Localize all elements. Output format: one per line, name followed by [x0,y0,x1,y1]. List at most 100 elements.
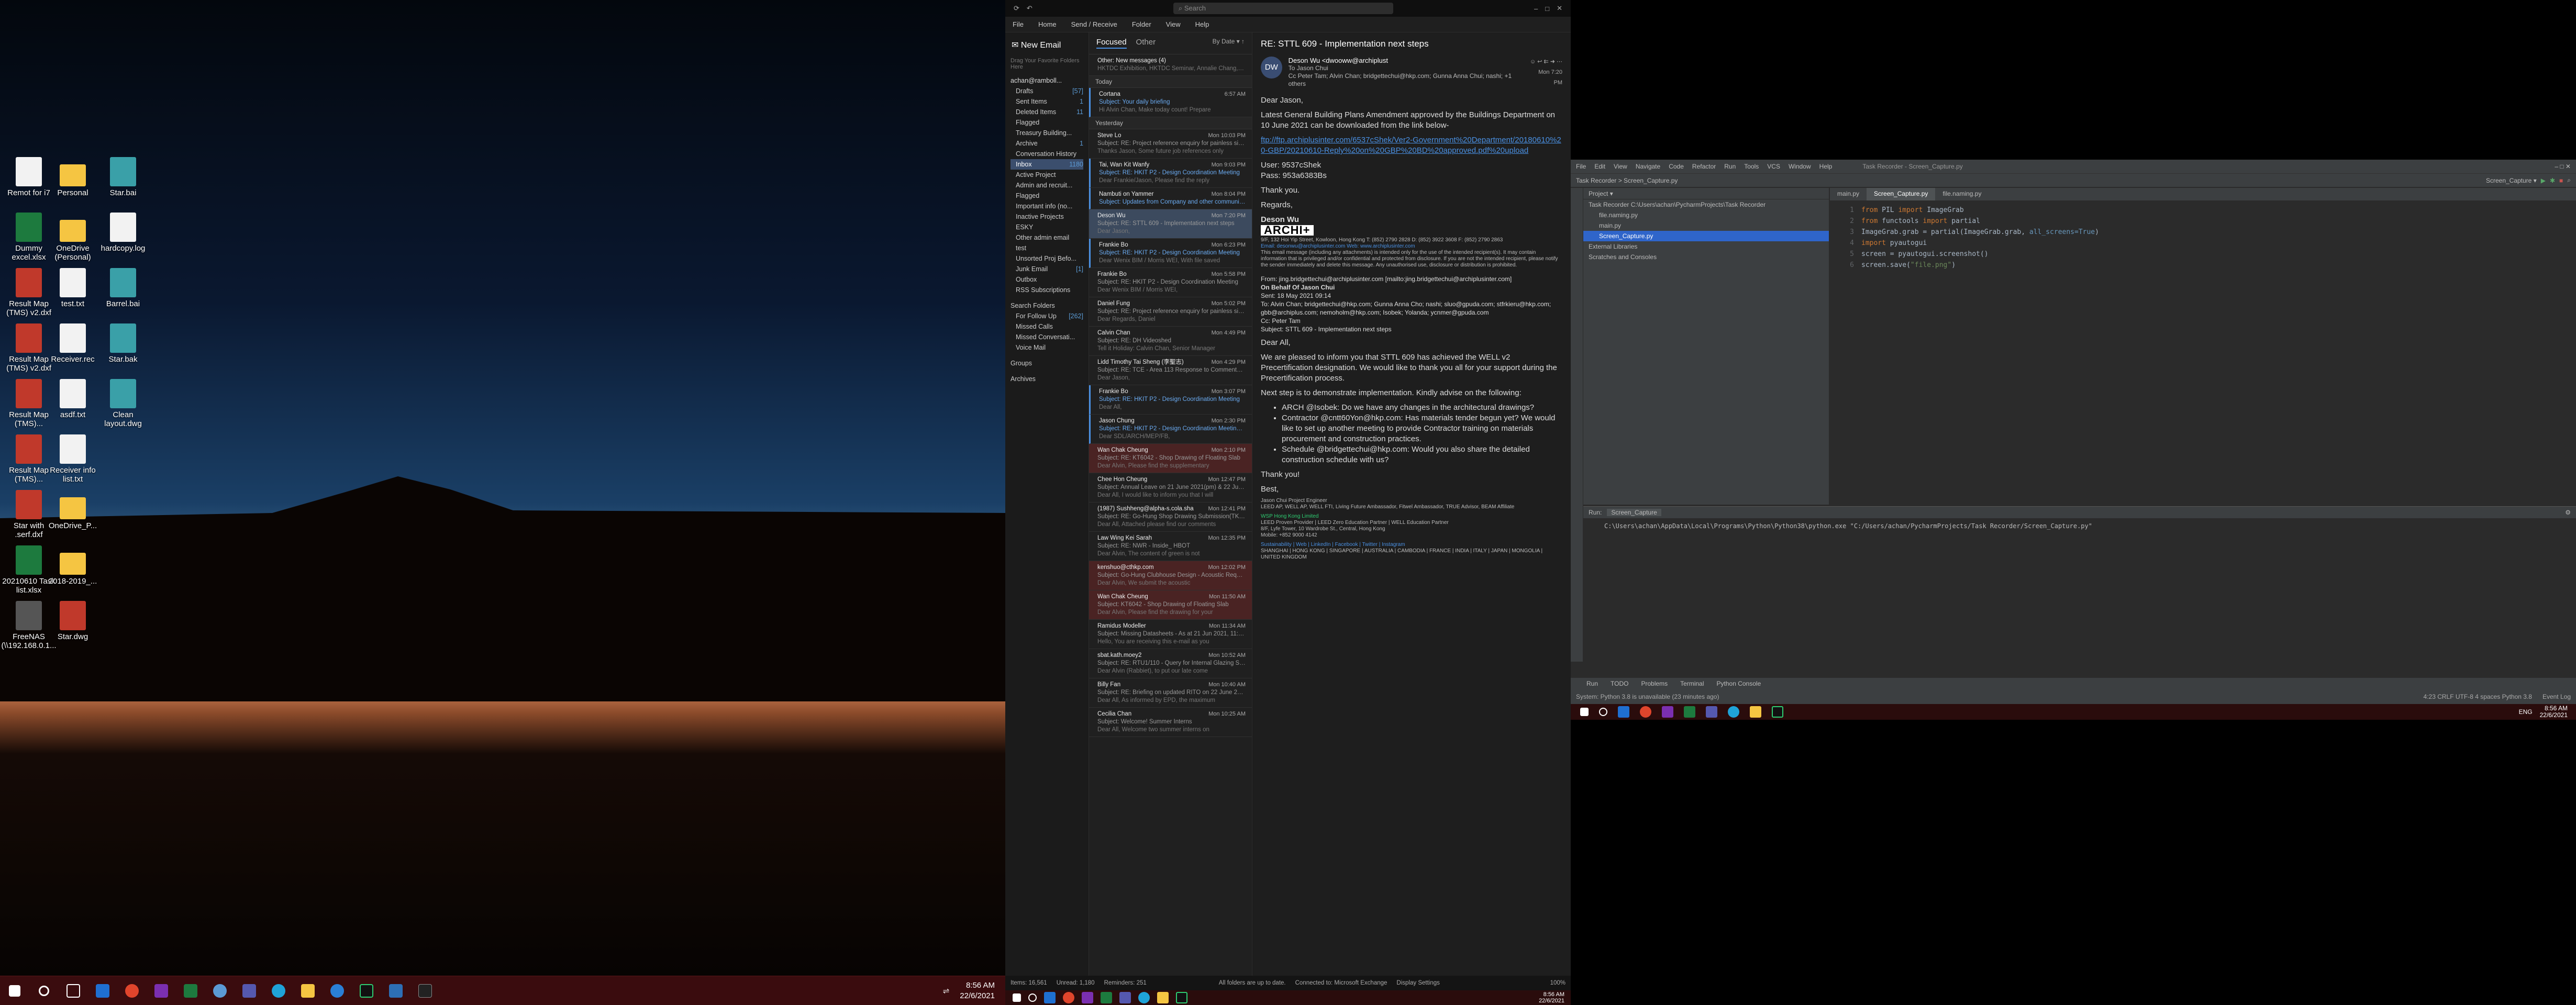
menu-item[interactable]: File [1013,20,1024,28]
ide-menu-item[interactable]: Refactor [1692,163,1716,170]
clock[interactable]: 8:56 AM 22/6/2021 [960,980,995,1001]
desktop-icon[interactable]: Star.dwg [44,601,102,641]
folder-item[interactable]: Missed Calls [1011,321,1083,332]
onenote-taskbar-icon[interactable] [1662,706,1673,718]
app-taskbar-icon[interactable] [381,976,410,1005]
folder-item[interactable]: Missed Conversati... [1011,332,1083,342]
task-view-icon[interactable] [59,976,88,1005]
search-icon[interactable] [29,976,59,1005]
onenote-taskbar-icon[interactable] [1082,992,1093,1003]
other-notice[interactable]: Other: New messages (4) HKTDC Exhibition… [1089,54,1252,76]
menu-item[interactable]: Folder [1132,20,1151,28]
email-from[interactable]: Deson Wu <dwooww@archiplust [1289,57,1523,64]
folder-item[interactable]: Sent Items 1 [1011,96,1083,107]
message-item[interactable]: Cecilia Chan Mon 10:25 AM Subject: Welcome… [1089,708,1252,737]
teams-taskbar-icon[interactable] [235,976,264,1005]
outlook-taskbar-icon[interactable] [1044,992,1056,1003]
breadcrumb[interactable]: Task Recorder > Screen_Capture.py [1576,177,1678,184]
message-item[interactable]: kenshuo@cthkp.com Mon 12:02 PM Subject: Go… [1089,561,1252,590]
folder-item[interactable]: ESKY [1011,222,1083,232]
menu-item[interactable]: Help [1195,20,1209,28]
message-item[interactable]: Frankie Bo Mon 6:23 PM Subject: RE: HKIT P… [1089,239,1252,268]
file-explorer-taskbar-icon[interactable] [1750,706,1761,718]
tool-tab[interactable]: Problems [1641,680,1668,687]
code-line[interactable]: from functools import partial [1861,216,2099,227]
folder-item[interactable]: Outbox [1011,274,1083,285]
chrome-taskbar-icon[interactable] [1063,992,1074,1003]
search-icon[interactable] [1599,708,1607,716]
code-area[interactable]: 1 2 3 4 5 6 from PIL import ImageGrab from func… [1830,200,2576,271]
ie-taskbar-icon[interactable] [323,976,352,1005]
excel-taskbar-icon[interactable] [176,976,205,1005]
desktop-icon[interactable]: Star.bai [94,157,152,197]
message-item[interactable]: Steve Lo Mon 10:03 PM Subject: RE: Project… [1089,129,1252,159]
editor-tab[interactable]: Screen_Capture.py [1867,188,1936,200]
folder-item[interactable]: Junk Email [1] [1011,264,1083,274]
new-email-button[interactable]: ✉ New Email [1011,37,1083,58]
start-button[interactable] [1580,708,1589,716]
maximize-icon[interactable]: □ [1545,5,1549,13]
folder-item[interactable]: Flagged [1011,117,1083,128]
debug-icon[interactable]: ✱ [2550,177,2555,184]
ide-menu-item[interactable]: Edit [1594,163,1605,170]
sync-icon[interactable]: ⟳ [1014,4,1019,13]
email-to[interactable]: Jason Chui [1297,64,1328,72]
folder-item[interactable]: Unsorted Proj Befo... [1011,253,1083,264]
message-item[interactable]: Frankie Bo Mon 3:07 PM Subject: RE: HKIT P… [1089,385,1252,415]
display-settings[interactable]: Display Settings [1396,980,1439,986]
chrome-taskbar-icon[interactable] [117,976,147,1005]
folder-item[interactable]: Admin and recruit... [1011,180,1083,191]
clock[interactable]: 8:56 AM 22/6/2021 [2540,705,2568,719]
file-explorer-taskbar-icon[interactable] [293,976,323,1005]
message-item[interactable]: Wan Chak Cheung Mon 2:10 PM Subject: RE: K… [1089,444,1252,473]
code-line[interactable]: ImageGrab.grab = partial(ImageGrab.grab,… [1861,227,2099,238]
desktop-icon[interactable]: 2018-2019_... [44,545,102,586]
folder-item[interactable]: Flagged [1011,191,1083,201]
folder-item[interactable]: Voice Mail [1011,342,1083,353]
reply-icons[interactable]: ☺ ↩ ⇇ ➜ ⋯ [1529,57,1562,67]
minimize-icon[interactable]: – [1534,5,1538,13]
desktop-icon[interactable]: Star.bak [94,323,152,364]
folder-item[interactable]: test [1011,243,1083,253]
ide-menu-item[interactable]: Run [1724,163,1736,170]
desktop-icon[interactable]: asdf.txt [44,379,102,419]
group-today[interactable]: Today [1089,76,1252,88]
desktop-icon[interactable]: Barrel.bai [94,268,152,308]
code-line[interactable]: import pyautogui [1861,238,2099,249]
message-item[interactable]: Lidd Timothy Tai Sheng (李聖志) Mon 4:29 PM S… [1089,356,1252,385]
file-explorer-taskbar-icon[interactable] [1157,992,1169,1003]
status-reminders[interactable]: Reminders: 251 [1104,980,1147,986]
sort-dropdown[interactable]: By Date ▾ ↑ [1213,38,1245,49]
folder-item[interactable]: Inbox 1180 [1011,159,1083,170]
folder-item[interactable]: Conversation History [1011,149,1083,159]
excel-taskbar-icon[interactable] [1684,706,1695,718]
pycharm-taskbar-icon[interactable] [352,976,381,1005]
desktop-icon[interactable]: OneDrive (Personal) [44,213,102,262]
onenote-taskbar-icon[interactable] [147,976,176,1005]
close-icon[interactable]: ✕ [1557,4,1562,13]
desktop-icon[interactable]: hardcopy.log [94,213,152,253]
outlook-taskbar-icon[interactable] [88,976,117,1005]
email-cc[interactable]: Peter Tam; Alvin Chan; bridgettechui@hkp… [1289,72,1512,87]
excel-taskbar-icon[interactable] [1101,992,1112,1003]
status-right[interactable]: 4:23 CRLF UTF-8 4 spaces Python 3.8 [2424,693,2532,700]
desktop-icon[interactable]: test.txt [44,268,102,308]
ide-menu-item[interactable]: View [1614,163,1627,170]
code-lines[interactable]: from PIL import ImageGrab from functools … [1861,205,2099,271]
stop-icon[interactable]: ■ [2559,177,2563,184]
desktop-icon[interactable]: Personal [44,157,102,197]
ide-menu-item[interactable]: Navigate [1636,163,1660,170]
folder-item[interactable]: Important info (no... [1011,201,1083,211]
message-item[interactable]: Daniel Fung Mon 5:02 PM Subject: RE: Proje… [1089,297,1252,327]
folder-item[interactable]: Treasury Building... [1011,128,1083,138]
search-box[interactable]: ⌕ Search [1173,3,1393,14]
project-tree-item[interactable]: file.naming.py [1583,210,1829,220]
message-item[interactable]: (1987) Sushheng@alpha-s.cola.sha Mon 12:4… [1089,502,1252,532]
message-item[interactable]: Tai, Wan Kit Wanfy Mon 9:03 PM Subject: RE… [1089,159,1252,188]
pycharm-taskbar-icon[interactable] [1176,992,1187,1003]
account-header[interactable]: achan@ramboll... [1011,75,1083,86]
tool-tab[interactable]: TODO [1611,680,1628,687]
desktop-icon[interactable]: Receiver info list.txt [44,434,102,484]
avatar[interactable]: DW [1261,57,1282,79]
edge-taskbar-icon[interactable] [1138,992,1150,1003]
